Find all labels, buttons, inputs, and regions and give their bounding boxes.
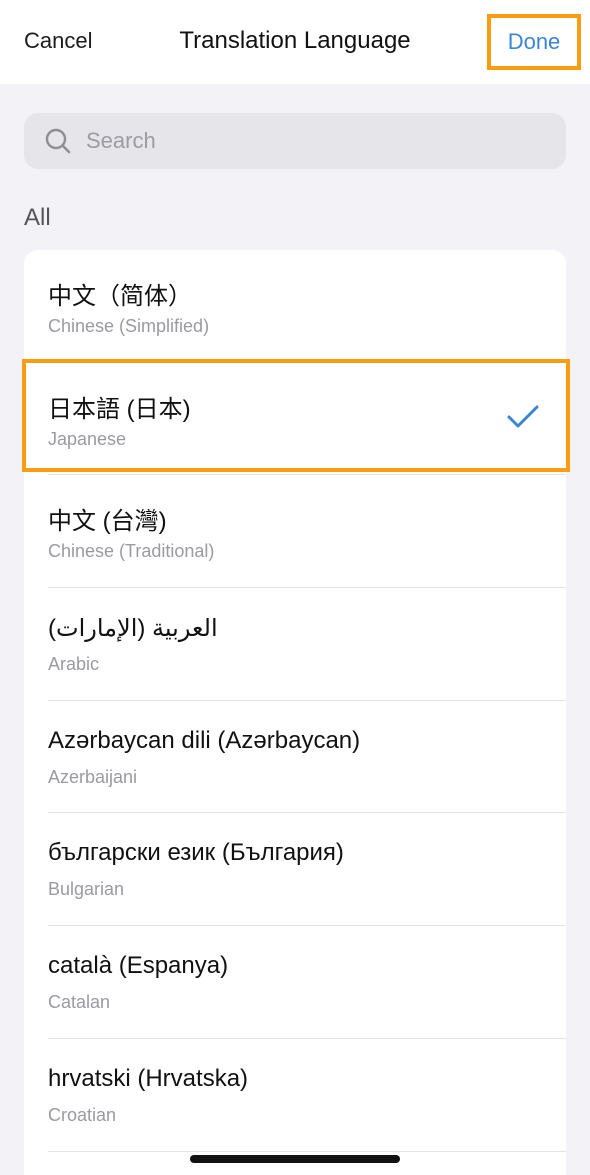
language-english-name: Japanese — [48, 428, 127, 449]
home-indicator — [190, 1155, 400, 1163]
section-header-all: All — [24, 204, 51, 231]
language-english-name: Azerbaijani — [48, 766, 138, 787]
language-english-name: Bulgarian — [48, 879, 125, 900]
search-bar[interactable] — [24, 113, 566, 169]
search-input[interactable] — [86, 128, 526, 154]
language-row-catalan[interactable]: català (Espanya) Catalan — [24, 926, 566, 1039]
language-row-chinese-simplified[interactable]: 中文（简体） Chinese (Simplified) — [24, 250, 566, 363]
language-english-name: Chinese (Traditional) — [48, 541, 215, 562]
language-native-name: 中文（简体） — [48, 283, 192, 310]
language-native-name: Azərbaycan dili (Azərbaycan) — [48, 726, 361, 754]
language-row-bulgarian[interactable]: български език (България) Bulgarian — [24, 813, 566, 926]
navigation-bar: Cancel Translation Language Done — [0, 0, 590, 84]
language-native-name: български език (България) — [48, 839, 344, 867]
done-button-label: Done — [507, 29, 561, 54]
language-row-azerbaijani[interactable]: Azərbaycan dili (Azərbaycan) Azerbaijani — [24, 701, 566, 814]
language-native-name: العربية (الإمارات) — [48, 615, 218, 643]
language-english-name: Arabic — [48, 654, 100, 675]
language-native-name: hrvatski (Hrvatska) — [48, 1064, 249, 1092]
search-icon — [44, 127, 72, 155]
language-row-arabic[interactable]: العربية (الإمارات) Arabic — [24, 588, 566, 701]
language-list: 中文（简体） Chinese (Simplified) 日本語 (日本) Jap… — [24, 250, 566, 1175]
language-native-name: 日本語 (日本) — [48, 395, 191, 423]
language-native-name: 中文 (台灣) — [48, 508, 167, 536]
language-native-name: català (Espanya) — [48, 952, 229, 980]
language-row-japanese[interactable]: 日本語 (日本) Japanese — [24, 363, 566, 476]
language-row-chinese-traditional[interactable]: 中文 (台灣) Chinese (Traditional) — [24, 475, 566, 588]
language-english-name: Chinese (Simplified) — [48, 316, 210, 336]
language-english-name: Croatian — [48, 1104, 117, 1125]
language-english-name: Catalan — [48, 992, 111, 1013]
checkmark-icon — [506, 403, 540, 431]
language-row-croatian[interactable]: hrvatski (Hrvatska) Croatian — [24, 1039, 566, 1152]
done-button[interactable]: Done — [487, 14, 581, 70]
